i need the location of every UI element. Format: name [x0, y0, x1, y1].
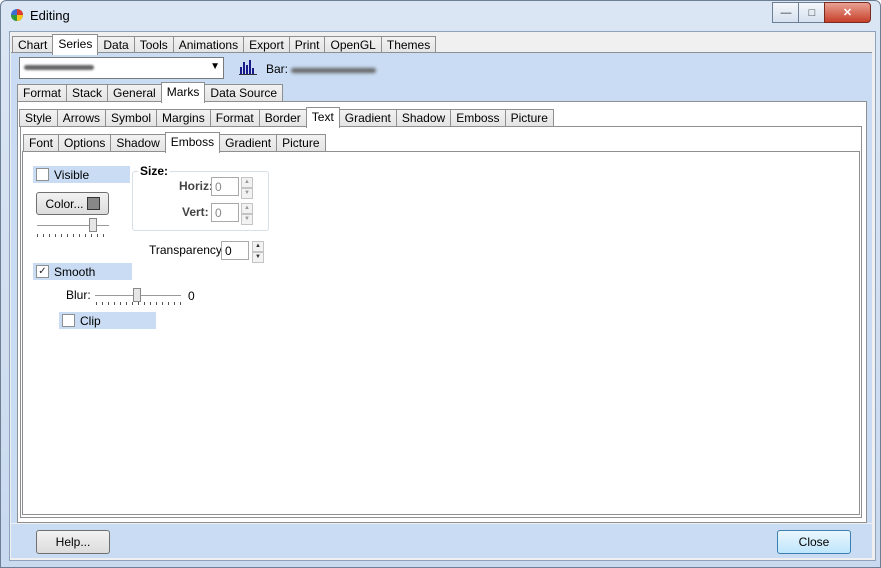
- tab-marks[interactable]: Marks: [160, 82, 206, 103]
- color-slider-ticks: [37, 234, 109, 237]
- tab-emboss[interactable]: Emboss: [164, 132, 221, 153]
- blur-slider-thumb[interactable]: [133, 288, 141, 302]
- color-button-label: Color...: [45, 196, 84, 211]
- tab-series[interactable]: Series: [52, 34, 99, 55]
- tab-marks-shadow[interactable]: Shadow: [395, 109, 452, 127]
- color-slider-track[interactable]: [37, 225, 109, 226]
- size-label: Size:: [138, 164, 171, 178]
- series-select[interactable]: ▼: [19, 57, 224, 79]
- horiz-spinner[interactable]: ▲ ▼: [241, 177, 253, 199]
- main-tabstrip: Chart Series Data Tools Animations Expor…: [12, 34, 437, 55]
- tab-margins[interactable]: Margins: [156, 109, 211, 127]
- tab-text-shadow[interactable]: Shadow: [110, 134, 166, 152]
- tab-arrows[interactable]: Arrows: [56, 109, 107, 127]
- down-arrow-icon[interactable]: ▼: [241, 214, 253, 225]
- down-arrow-icon[interactable]: ▼: [252, 252, 264, 263]
- vert-spinner[interactable]: ▲ ▼: [241, 203, 253, 225]
- tab-border[interactable]: Border: [258, 109, 307, 127]
- blur-slider-ticks: [96, 302, 182, 305]
- clip-checkbox[interactable]: Clip: [59, 312, 156, 329]
- title-bar: Editing — □ ✕: [1, 1, 880, 31]
- tab-stack[interactable]: Stack: [66, 84, 109, 102]
- teechart-app-icon: [11, 9, 23, 21]
- transparency-input[interactable]: 0: [221, 241, 249, 260]
- close-icon: ✕: [842, 7, 853, 19]
- blur-value: 0: [188, 289, 195, 303]
- visible-check-box[interactable]: [36, 168, 49, 181]
- help-button-label: Help...: [55, 535, 91, 549]
- color-slider-thumb[interactable]: [89, 218, 97, 232]
- transparency-label: Transparency:: [149, 243, 226, 257]
- up-arrow-icon[interactable]: ▲: [241, 203, 253, 214]
- close-window-button[interactable]: ✕: [824, 2, 871, 23]
- minimize-icon: —: [780, 6, 792, 19]
- vert-label: Vert:: [182, 205, 209, 219]
- color-swatch-icon: [86, 197, 100, 210]
- editor-window: Editing — □ ✕ Chart Series Data Tools An…: [0, 0, 881, 568]
- series-select-value: [24, 65, 94, 70]
- series-tabstrip: Format Stack General Marks Data Source: [17, 82, 284, 103]
- text-tabstrip: Font Options Shadow Emboss Gradient Pict…: [23, 132, 326, 153]
- clip-label: Clip: [80, 313, 101, 328]
- smooth-check-box[interactable]: ✓: [36, 265, 49, 278]
- tab-general[interactable]: General: [107, 84, 162, 102]
- maximize-button[interactable]: □: [798, 2, 826, 23]
- marks-tabstrip: Style Arrows Symbol Margins Format Borde…: [19, 107, 554, 128]
- tab-symbol[interactable]: Symbol: [105, 109, 158, 127]
- series-tab-page: ▼ Bar: Format Stack General Marks Data S…: [11, 52, 872, 523]
- tab-text[interactable]: Text: [305, 107, 340, 128]
- horiz-input[interactable]: 0: [211, 177, 239, 196]
- tab-marks-format[interactable]: Format: [209, 109, 260, 127]
- close-button-label: Close: [798, 535, 830, 549]
- series-name-value: [291, 68, 376, 73]
- tab-options[interactable]: Options: [58, 134, 112, 152]
- tab-marks-emboss[interactable]: Emboss: [450, 109, 506, 127]
- text-tab-page: Font Options Shadow Emboss Gradient Pict…: [20, 126, 862, 518]
- close-button[interactable]: Close: [777, 530, 851, 554]
- marks-tab-page: Style Arrows Symbol Margins Format Borde…: [17, 101, 867, 523]
- tab-marks-gradient[interactable]: Gradient: [338, 109, 397, 127]
- smooth-label: Smooth: [54, 264, 96, 279]
- tab-series-format[interactable]: Format: [17, 84, 68, 102]
- horiz-label: Horiz:: [179, 179, 213, 193]
- color-button[interactable]: Color...: [36, 192, 109, 215]
- chevron-down-icon: ▼: [210, 61, 220, 72]
- tab-text-picture[interactable]: Picture: [276, 134, 326, 152]
- visible-label: Visible: [54, 167, 90, 182]
- up-arrow-icon[interactable]: ▲: [252, 241, 264, 252]
- dialog-client-area: Chart Series Data Tools Animations Expor…: [9, 31, 876, 561]
- footer-bar: Help... Close: [11, 524, 872, 558]
- smooth-checkbox[interactable]: ✓ Smooth: [33, 263, 132, 280]
- bar-chart-icon: [239, 60, 257, 75]
- vert-input[interactable]: 0: [211, 203, 239, 222]
- tab-data-source[interactable]: Data Source: [204, 84, 284, 102]
- tab-font[interactable]: Font: [23, 134, 60, 152]
- help-button[interactable]: Help...: [36, 530, 110, 554]
- tab-style[interactable]: Style: [19, 109, 58, 127]
- series-type-label: Bar:: [266, 62, 289, 76]
- visible-checkbox[interactable]: Visible: [33, 166, 130, 183]
- window-title: Editing: [30, 8, 70, 23]
- minimize-button[interactable]: —: [772, 2, 800, 23]
- clip-check-box[interactable]: [62, 314, 75, 327]
- down-arrow-icon[interactable]: ▼: [241, 188, 253, 199]
- up-arrow-icon[interactable]: ▲: [241, 177, 253, 188]
- tab-text-gradient[interactable]: Gradient: [219, 134, 278, 152]
- transparency-spinner[interactable]: ▲ ▼: [252, 241, 264, 263]
- tab-marks-picture[interactable]: Picture: [504, 109, 554, 127]
- emboss-tab-page: Visible Color... Size: Horiz: 0 ▲ ▼ Vert…: [22, 151, 860, 515]
- maximize-icon: □: [808, 6, 816, 19]
- blur-label: Blur:: [66, 288, 91, 302]
